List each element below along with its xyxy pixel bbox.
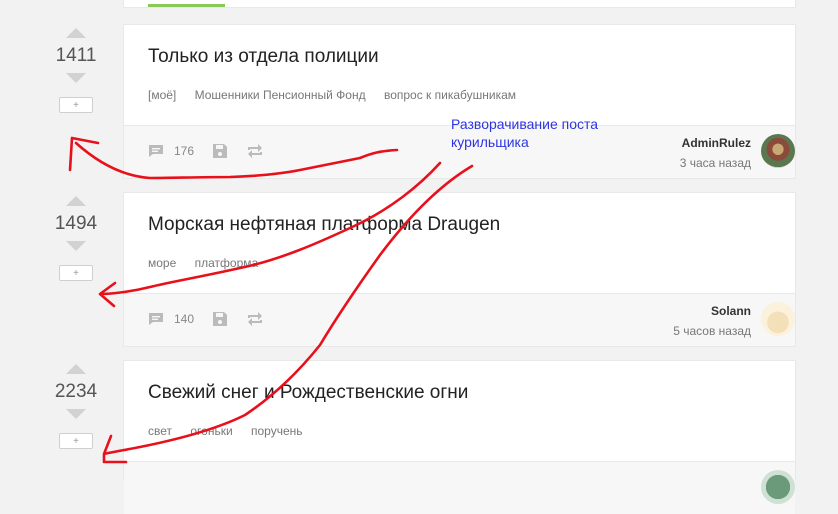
author-name[interactable]: Solann bbox=[673, 304, 751, 318]
tag-link[interactable]: [моё] bbox=[148, 88, 176, 102]
save-icon bbox=[213, 144, 228, 158]
comments-count: 176 bbox=[174, 144, 195, 158]
annotation-line: Разворачивание поста bbox=[451, 116, 599, 132]
post-card: Морская нефтяная платформа Draugen море … bbox=[123, 192, 796, 347]
tag-link[interactable]: свет bbox=[148, 424, 172, 438]
avatar[interactable] bbox=[761, 302, 795, 336]
post-author: Solann 5 часов назад bbox=[673, 304, 751, 338]
repost-icon bbox=[248, 144, 263, 158]
comment-icon bbox=[149, 145, 163, 157]
expand-post-button[interactable]: + bbox=[59, 265, 93, 281]
post-tags: море платформа bbox=[148, 256, 273, 270]
comments-count: 140 bbox=[174, 312, 195, 326]
post-time: 3 часа назад bbox=[679, 156, 751, 170]
post-card: Свежий снег и Рождественские огни свет о… bbox=[123, 360, 796, 514]
post-tags: [моё] Мошенники Пенсионный Фонд вопрос к… bbox=[148, 88, 531, 102]
author-name[interactable]: AdminRulez bbox=[680, 136, 751, 150]
save-button[interactable] bbox=[212, 311, 228, 327]
tag-link[interactable]: поручень bbox=[251, 424, 303, 438]
upvote-arrow-icon[interactable] bbox=[66, 28, 86, 38]
expand-post-button[interactable]: + bbox=[59, 433, 93, 449]
post-title[interactable]: Только из отдела полиции bbox=[148, 46, 379, 68]
upvote-arrow-icon[interactable] bbox=[66, 364, 86, 374]
tag-link[interactable]: Мошенники Пенсионный Фонд bbox=[195, 88, 366, 102]
comment-icon bbox=[149, 313, 163, 325]
post-time: 5 часов назад bbox=[673, 324, 751, 338]
downvote-arrow-icon[interactable] bbox=[66, 73, 86, 83]
comments-button[interactable]: 176 bbox=[148, 143, 194, 159]
post-rating: 1494 bbox=[54, 213, 98, 234]
annotation-line: курильщика bbox=[451, 134, 529, 150]
post-title[interactable]: Морская нефтяная платформа Draugen bbox=[148, 214, 500, 236]
downvote-arrow-icon[interactable] bbox=[66, 409, 86, 419]
vote-panel: 2234 + bbox=[37, 364, 115, 449]
save-button[interactable] bbox=[212, 143, 228, 159]
post-footer bbox=[124, 461, 795, 514]
share-button[interactable] bbox=[246, 143, 264, 159]
expand-post-button[interactable]: + bbox=[59, 97, 93, 113]
annotation-text: Разворачивание поста курильщика bbox=[451, 115, 598, 151]
post-tags: свет огоньки поручень bbox=[148, 424, 318, 438]
downvote-arrow-icon[interactable] bbox=[66, 241, 86, 251]
tag-link[interactable]: вопрос к пикабушникам bbox=[384, 88, 516, 102]
post-author: AdminRulez 3 часа назад bbox=[680, 136, 751, 170]
tag-link[interactable]: платформа bbox=[195, 256, 259, 270]
post-footer: 140 Solann 5 часов назад bbox=[124, 293, 795, 346]
tag-link[interactable]: огоньки bbox=[190, 424, 232, 438]
upvote-arrow-icon[interactable] bbox=[66, 196, 86, 206]
vote-panel: 1411 + bbox=[37, 28, 115, 113]
avatar[interactable] bbox=[761, 470, 795, 504]
repost-icon bbox=[248, 312, 263, 326]
post-rating: 2234 bbox=[54, 381, 98, 402]
save-icon bbox=[213, 312, 228, 326]
vote-panel: 1494 + bbox=[37, 196, 115, 281]
avatar[interactable] bbox=[761, 134, 795, 168]
active-tab-indicator bbox=[148, 4, 225, 7]
post-rating: 1411 bbox=[55, 45, 97, 66]
tag-link[interactable]: море bbox=[148, 256, 176, 270]
post-card: Только из отдела полиции [моё] Мошенники… bbox=[123, 24, 796, 179]
previous-post-card bbox=[123, 0, 796, 8]
share-button[interactable] bbox=[246, 311, 264, 327]
post-title[interactable]: Свежий снег и Рождественские огни bbox=[148, 382, 468, 404]
comments-button[interactable]: 140 bbox=[148, 311, 194, 327]
